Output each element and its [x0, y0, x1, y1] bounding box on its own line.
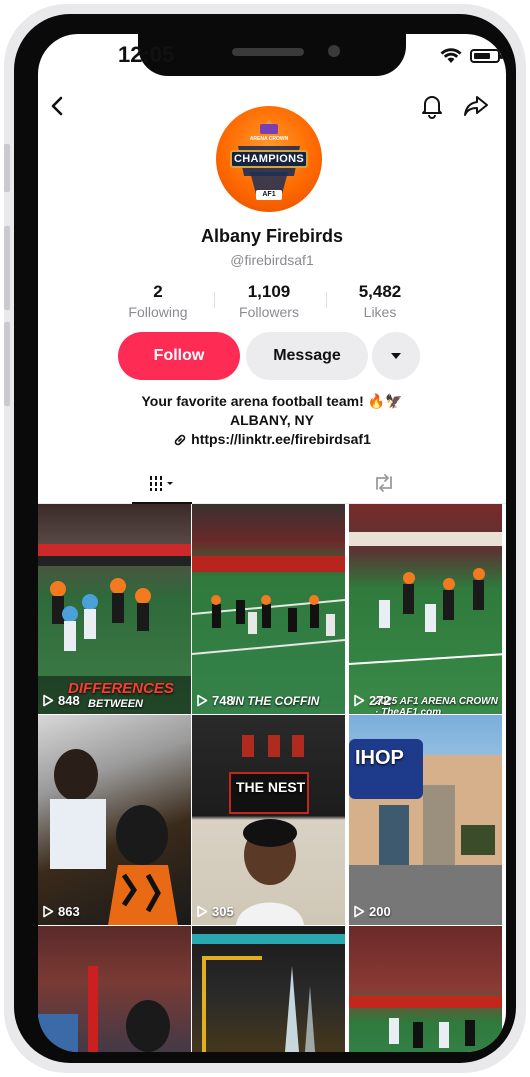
profile-avatar[interactable]: ARENA CROWN CHAMPIONS AF1: [216, 106, 322, 212]
video-grid: DIFFERENCES BETWEEN 848 IN THE COFFIN 74…: [38, 504, 506, 1052]
username-handle: @firebirdsaf1: [230, 252, 314, 268]
view-count: 848: [42, 693, 80, 708]
stat-divider: [214, 292, 215, 308]
video-tile[interactable]: 2025 AF1 ARENA CROWN · TheAF1.com 272: [349, 504, 502, 714]
tab-reposts[interactable]: [354, 462, 414, 504]
screen: 12:05 ARENA CROWN CHAMPIONS AF1 Albany F…: [38, 34, 506, 1052]
video-tile[interactable]: IHOP 200: [349, 715, 502, 925]
mute-switch: [4, 144, 10, 192]
video-tile[interactable]: DIFFERENCES BETWEEN 848: [38, 504, 191, 714]
profile-stats: 2 Following 1,109 Followers 5,482 Likes: [108, 282, 438, 322]
video-thumbnail: [38, 966, 170, 1052]
back-button[interactable]: [42, 90, 74, 122]
share-button[interactable]: [460, 90, 492, 122]
repost-icon: [376, 474, 392, 492]
avatar-badge: AF1: [256, 190, 282, 200]
bell-icon: [422, 96, 442, 119]
avatar-wordmark: CHAMPIONS: [230, 150, 308, 168]
play-icon: [197, 694, 208, 707]
chevron-left-icon: [51, 96, 63, 116]
message-button[interactable]: Message: [246, 332, 368, 380]
video-tile[interactable]: IN THE COFFIN 748: [192, 504, 345, 714]
view-count: 305: [196, 904, 234, 919]
bio-link-text: https://linktr.ee/firebirdsaf1: [191, 431, 371, 447]
bio-link[interactable]: https://linktr.ee/firebirdsaf1: [38, 430, 506, 449]
view-count-value: 305: [212, 904, 234, 919]
tab-videos[interactable]: [132, 462, 192, 504]
caret-down-icon: [391, 353, 401, 359]
battery-icon: [470, 49, 503, 63]
video-thumbnail: [192, 934, 345, 1052]
view-count-value: 748: [212, 693, 234, 708]
play-icon: [197, 905, 208, 918]
view-count: 863: [42, 904, 80, 919]
view-count: 200: [353, 904, 391, 919]
avatar-subtext: ARENA CROWN: [249, 136, 289, 142]
stat-following[interactable]: 2 Following: [108, 282, 208, 320]
stat-followers[interactable]: 1,109 Followers: [219, 282, 319, 320]
front-camera: [328, 45, 340, 57]
likes-count: 5,482: [358, 282, 402, 301]
bio-line-1: Your favorite arena football team! 🔥🦅: [141, 393, 403, 409]
view-count-value: 200: [369, 904, 391, 919]
share-arrow-icon: [464, 96, 488, 116]
bio: Your favorite arena football team! 🔥🦅 AL…: [38, 392, 506, 449]
video-thumbnail: [50, 749, 178, 925]
notifications-button[interactable]: [416, 90, 448, 122]
play-icon: [43, 905, 54, 918]
volume-up-button: [4, 226, 10, 310]
play-icon: [43, 694, 54, 707]
video-overlay-text: IHOP: [355, 747, 404, 769]
volume-down-button: [4, 322, 10, 406]
notch: [138, 28, 406, 76]
video-tile[interactable]: THE NEST 305: [192, 715, 345, 925]
view-count-value: 848: [58, 693, 80, 708]
stat-divider: [326, 292, 327, 308]
display-name: Albany Firebirds: [200, 226, 344, 246]
videos-grid-icon: [150, 476, 173, 491]
status-icons: [440, 48, 503, 64]
view-count-value: 272: [369, 693, 391, 708]
status-time: 12:05: [118, 42, 175, 67]
wifi-icon: [440, 48, 462, 63]
video-thumbnail: [349, 996, 502, 1048]
link-icon: [174, 434, 186, 445]
video-thumbnail: [192, 556, 345, 655]
video-tile[interactable]: [38, 926, 191, 1052]
stat-likes[interactable]: 5,482 Likes: [330, 282, 430, 320]
view-count-value: 863: [58, 904, 80, 919]
video-overlay-text: DIFFERENCES: [68, 680, 174, 697]
video-thumbnail: [229, 735, 309, 925]
video-caption-text: 2025 AF1 ARENA CROWN · TheAF1.com: [375, 696, 498, 714]
suggested-accounts-button[interactable]: [372, 332, 420, 380]
follow-button[interactable]: Follow: [118, 332, 240, 380]
followers-label: Followers: [239, 304, 299, 320]
video-overlay-text: THE NEST: [236, 779, 306, 795]
content-tabs: [38, 462, 506, 504]
following-label: Following: [128, 304, 188, 320]
play-icon: [354, 694, 365, 707]
play-icon: [354, 905, 365, 918]
view-count: 748: [196, 693, 234, 708]
followers-count: 1,109: [247, 282, 291, 301]
speaker: [232, 48, 304, 56]
view-count: 272: [353, 693, 391, 708]
video-caption-text: BETWEEN: [88, 698, 143, 710]
video-tile[interactable]: [349, 926, 502, 1052]
video-tile[interactable]: 863: [38, 715, 191, 925]
video-thumbnail: [349, 532, 502, 665]
likes-label: Likes: [363, 304, 397, 320]
bio-line-2: ALBANY, NY: [229, 412, 314, 428]
video-tile[interactable]: [192, 926, 345, 1052]
video-caption-text: IN THE COFFIN: [232, 694, 320, 708]
following-count: 2: [153, 282, 163, 301]
